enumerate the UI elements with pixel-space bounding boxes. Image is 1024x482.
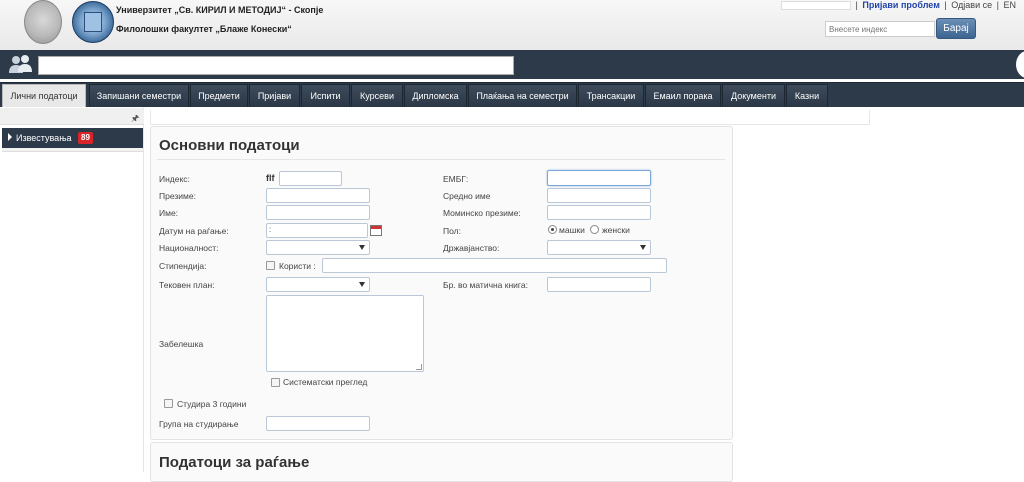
tab-applications[interactable]: Пријави [249, 84, 300, 107]
separator: | [855, 0, 858, 10]
study-group-label: Група на студирање [159, 419, 239, 429]
user-name-field [781, 1, 851, 11]
embg-input[interactable] [547, 170, 651, 186]
tab-thesis[interactable]: Дипломска [404, 84, 467, 107]
faculty-name: Филолошки факултет „Блаже Конески“ [116, 24, 292, 34]
embg-label: ЕМБГ: [443, 174, 469, 184]
tab-subjects[interactable]: Предмети [190, 84, 248, 107]
pin-icon[interactable]: 🖈 [131, 111, 139, 127]
gender-female-radio[interactable] [590, 225, 599, 234]
section-divider [157, 159, 725, 160]
users-icon [9, 55, 32, 73]
note-label: Забелешка [159, 339, 204, 349]
scholarship-checkbox[interactable] [266, 261, 275, 270]
separator: | [996, 0, 999, 10]
tab-exams[interactable]: Испити [301, 84, 350, 107]
tab-personal-data[interactable]: Лични податоци [2, 84, 86, 108]
report-problem-link[interactable]: Пријави проблем [862, 0, 939, 10]
index-search-input[interactable] [825, 21, 935, 37]
faculty-logo [72, 1, 114, 43]
note-textarea[interactable] [266, 295, 424, 372]
gender-female-label: женски [602, 225, 630, 235]
nationality-select[interactable] [266, 240, 370, 255]
separator: | [944, 0, 947, 10]
university-logo [24, 0, 62, 44]
three-years-checkbox[interactable] [164, 399, 173, 408]
resize-grip-icon[interactable] [416, 364, 422, 370]
content-top-strip [150, 110, 870, 125]
gender-male-radio[interactable] [548, 225, 557, 234]
tab-transactions[interactable]: Трансакции [578, 84, 644, 107]
tab-semester-payments[interactable]: Плаќања на семестри [468, 84, 577, 107]
curriculum-label: Тековен план: [159, 280, 215, 290]
birthdate-input[interactable]: : [266, 223, 368, 238]
chevron-down-icon [359, 282, 365, 287]
citizenship-label: Државјанство: [443, 243, 500, 253]
curriculum-select[interactable] [266, 277, 370, 292]
index-input[interactable] [279, 171, 342, 186]
study-group-input[interactable] [266, 416, 370, 431]
logout-link[interactable]: Одјави се [951, 0, 992, 10]
birthdate-label: Датум на раѓање: [159, 226, 229, 236]
language-link[interactable]: EN [1003, 0, 1016, 10]
registry-number-input[interactable] [547, 277, 651, 292]
tab-courses[interactable]: Курсеви [351, 84, 403, 107]
sidebar-header [0, 108, 144, 125]
name-label: Име: [159, 208, 179, 218]
nationality-label: Националност: [159, 243, 219, 253]
tab-email-message[interactable]: Емаил порака [645, 84, 721, 107]
maiden-name-input[interactable] [547, 205, 651, 220]
registry-number-label: Бр. во матична книга: [443, 280, 528, 290]
surname-input[interactable] [266, 188, 370, 203]
section-title-birth: Податоци за раѓање [159, 454, 310, 471]
section-title-basic: Основни податоци [159, 137, 300, 154]
surname-label: Презиме: [159, 191, 196, 201]
calendar-icon[interactable] [370, 225, 382, 236]
student-name-field[interactable] [38, 56, 514, 75]
birthdate-value: : [269, 225, 272, 234]
tab-documents[interactable]: Документи [722, 84, 785, 107]
scholarship-label: Стипендија: [159, 261, 207, 271]
university-name: Универзитет „Св. КИРИЛ И МЕТОДИЈ“ - Скоп… [116, 5, 324, 15]
name-input[interactable] [266, 205, 370, 220]
tab-enrolled-semesters[interactable]: Запишани семестри [89, 84, 189, 107]
checkup-label: Систематски преглед [283, 377, 368, 387]
search-button[interactable]: Барај [936, 18, 976, 39]
index-label: Индекс: [159, 174, 190, 184]
sidebar [0, 107, 144, 472]
chevron-down-icon [640, 245, 646, 250]
middle-name-label: Средно име [443, 191, 491, 201]
middle-name-input[interactable] [547, 188, 651, 203]
three-years-label: Студира 3 години [177, 399, 247, 409]
index-prefix: flf [266, 173, 275, 183]
scholarship-input[interactable] [322, 258, 667, 273]
citizenship-select[interactable] [547, 240, 651, 255]
top-links: | Пријави проблем | Одјави се | EN [781, 0, 1016, 11]
chevron-down-icon [359, 245, 365, 250]
sidebar-item-label: Известувања [16, 133, 72, 143]
gender-label: Пол: [443, 226, 461, 236]
sidebar-divider [2, 148, 143, 152]
notification-count-badge: 89 [78, 132, 93, 144]
caret-right-icon [8, 133, 12, 141]
scholarship-uses-label: Користи : [279, 261, 316, 271]
maiden-name-label: Моминско презиме: [443, 208, 521, 218]
gender-male-label: машки [559, 225, 585, 235]
checkup-checkbox[interactable] [271, 378, 280, 387]
tab-penalties[interactable]: Казни [786, 84, 828, 107]
